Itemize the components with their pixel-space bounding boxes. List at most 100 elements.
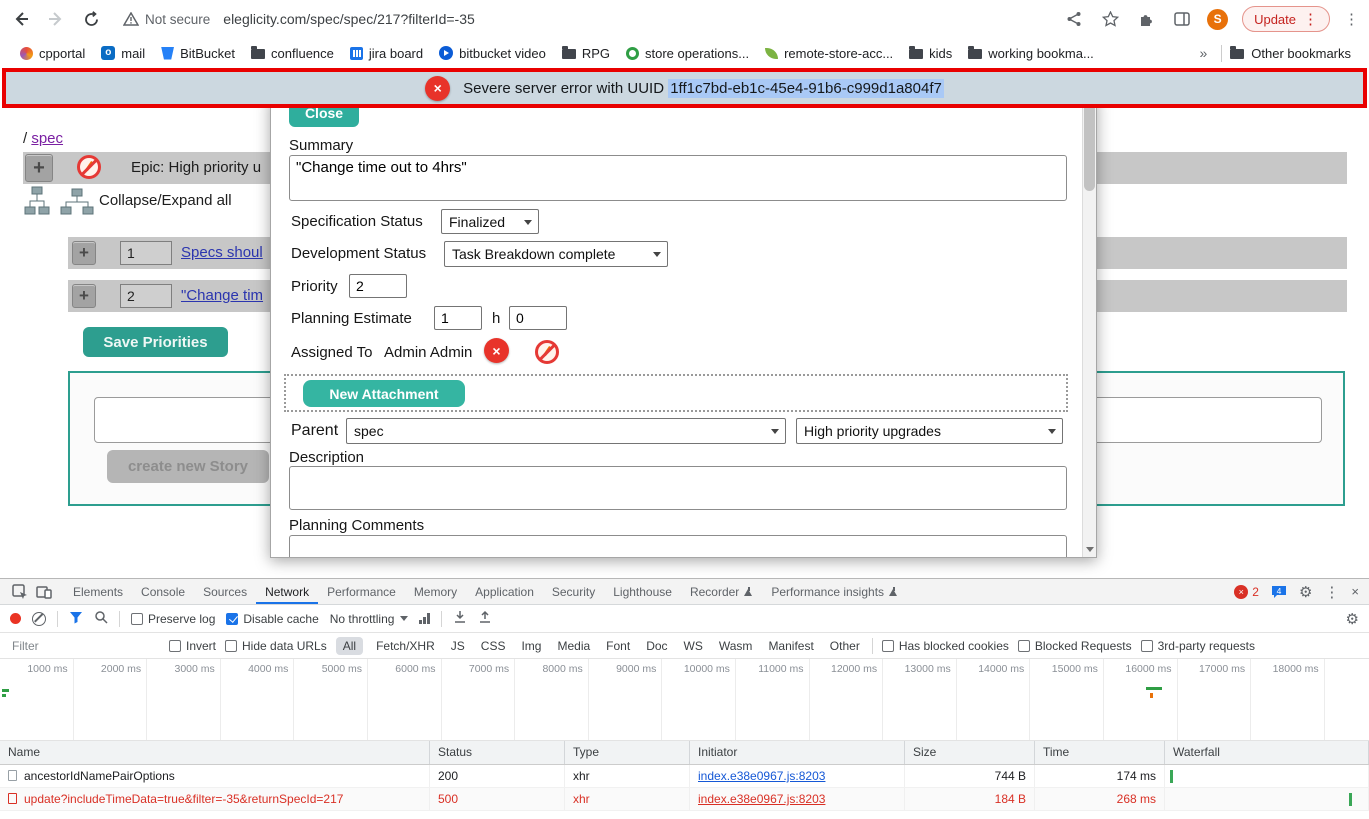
priority-number-input[interactable]: [120, 241, 172, 265]
filter-type-font[interactable]: Font: [603, 637, 633, 655]
network-filter-input[interactable]: [10, 638, 160, 654]
bookmark-confluence[interactable]: confluence: [243, 44, 342, 63]
devtools-close-icon[interactable]: ×: [1351, 584, 1359, 599]
scrollbar-down-arrow[interactable]: [1083, 542, 1097, 557]
forward-icon[interactable]: [45, 8, 67, 30]
column-header-size[interactable]: Size: [905, 741, 1035, 764]
remove-assignee-icon[interactable]: ×: [484, 338, 509, 363]
column-header-time[interactable]: Time: [1035, 741, 1165, 764]
bookmark-cpportal[interactable]: cpportal: [12, 44, 93, 63]
filter-type-ws[interactable]: WS: [681, 637, 706, 655]
filter-type-other[interactable]: Other: [827, 637, 863, 655]
bookmark-store-operations[interactable]: store operations...: [618, 44, 757, 63]
devtools-tab-sources[interactable]: Sources: [194, 579, 256, 604]
description-textarea[interactable]: [289, 466, 1067, 510]
bookmarks-overflow-chevron[interactable]: »: [1194, 45, 1214, 61]
filter-type-js[interactable]: JS: [448, 637, 468, 655]
has-blocked-cookies-checkbox[interactable]: Has blocked cookies: [882, 639, 1009, 653]
site-security-indicator[interactable]: Not secure: [123, 12, 210, 27]
other-bookmarks-button[interactable]: Other bookmarks: [1230, 46, 1357, 61]
estimate-minutes-input[interactable]: [509, 306, 567, 330]
column-header-waterfall[interactable]: Waterfall: [1165, 741, 1369, 764]
devtools-tab-memory[interactable]: Memory: [405, 579, 466, 604]
network-overview-timeline[interactable]: 1000 ms2000 ms3000 ms4000 ms5000 ms6000 …: [0, 659, 1369, 741]
filter-type-fetch-xhr[interactable]: Fetch/XHR: [373, 637, 438, 655]
clear-network-log-icon[interactable]: [32, 612, 46, 626]
filter-type-img[interactable]: Img: [518, 637, 544, 655]
priority-number-input[interactable]: [120, 284, 172, 308]
devtools-tab-performance[interactable]: Performance: [318, 579, 405, 604]
planning-comments-textarea[interactable]: [289, 535, 1067, 558]
scrollbar-thumb[interactable]: [1084, 97, 1095, 191]
bookmark-kids[interactable]: kids: [901, 44, 960, 63]
devtools-tab-recorder[interactable]: Recorder: [681, 579, 762, 604]
network-conditions-icon[interactable]: [419, 613, 430, 624]
address-bar-url[interactable]: eleglicity.com/spec/spec/217?filterId=-3…: [223, 11, 474, 27]
epic-add-button[interactable]: +: [25, 154, 53, 182]
bookmark-bitbucket[interactable]: BitBucket: [153, 44, 243, 63]
share-icon[interactable]: [1063, 8, 1085, 30]
bookmark-rpg[interactable]: RPG: [554, 44, 618, 63]
reload-icon[interactable]: [80, 8, 102, 30]
row-add-button[interactable]: +: [72, 241, 96, 265]
invert-checkbox[interactable]: Invert: [169, 639, 216, 653]
export-har-icon[interactable]: [478, 610, 492, 627]
search-icon[interactable]: [94, 610, 108, 627]
breadcrumb-spec-link[interactable]: spec: [31, 130, 63, 147]
devtools-tab-elements[interactable]: Elements: [64, 579, 132, 604]
spec-link[interactable]: Specs shoul: [181, 244, 263, 261]
row-add-button[interactable]: +: [72, 284, 96, 308]
filter-type-css[interactable]: CSS: [478, 637, 509, 655]
devtools-tab-performance-insights[interactable]: Performance insights: [762, 579, 907, 604]
console-error-count[interactable]: × 2: [1234, 585, 1259, 599]
filter-type-wasm[interactable]: Wasm: [716, 637, 756, 655]
side-panel-icon[interactable]: [1171, 8, 1193, 30]
column-header-initiator[interactable]: Initiator: [690, 741, 905, 764]
column-header-status[interactable]: Status: [430, 741, 565, 764]
tree-view-icon[interactable]: [24, 186, 50, 221]
devtools-tab-security[interactable]: Security: [543, 579, 604, 604]
network-request-row[interactable]: ancestorIdNamePairOptions200xhrindex.e38…: [0, 765, 1369, 788]
modal-scrollbar[interactable]: [1082, 97, 1096, 557]
bookmark-mail[interactable]: mail: [93, 44, 153, 63]
import-har-icon[interactable]: [453, 610, 467, 627]
edit-assignee-disabled-icon[interactable]: [535, 340, 559, 364]
devtools-tab-console[interactable]: Console: [132, 579, 194, 604]
filter-type-manifest[interactable]: Manifest: [765, 637, 816, 655]
collapse-expand-label[interactable]: Collapse/Expand all: [99, 192, 232, 209]
device-toolbar-icon[interactable]: [32, 579, 56, 604]
network-request-row[interactable]: update?includeTimeData=true&filter=-35&r…: [0, 788, 1369, 811]
org-chart-icon[interactable]: [60, 188, 94, 221]
extensions-puzzle-icon[interactable]: [1135, 8, 1157, 30]
chrome-update-button[interactable]: Update ⋮: [1242, 6, 1330, 32]
dev-status-select[interactable]: Task Breakdown complete: [444, 241, 668, 267]
preserve-log-checkbox[interactable]: Preserve log: [131, 612, 215, 626]
devtools-tab-lighthouse[interactable]: Lighthouse: [604, 579, 681, 604]
parent-type-select[interactable]: spec: [346, 418, 786, 444]
inspect-element-icon[interactable]: [8, 579, 32, 604]
filter-type-all[interactable]: All: [336, 637, 363, 655]
estimate-hours-input[interactable]: [434, 306, 482, 330]
save-priorities-button[interactable]: Save Priorities: [83, 327, 228, 357]
devtools-settings-icon[interactable]: ⚙: [1299, 583, 1312, 601]
priority-input[interactable]: [349, 274, 407, 298]
spec-status-select[interactable]: Finalized: [441, 209, 539, 234]
request-initiator-link[interactable]: index.e38e0967.js:8203: [698, 792, 825, 806]
bookmark-star-icon[interactable]: [1099, 8, 1121, 30]
bookmark-bitbucket-video[interactable]: bitbucket video: [431, 44, 554, 63]
third-party-requests-checkbox[interactable]: 3rd-party requests: [1141, 639, 1255, 653]
column-header-name[interactable]: Name: [0, 741, 430, 764]
hide-data-urls-checkbox[interactable]: Hide data URLs: [225, 639, 327, 653]
profile-avatar[interactable]: S: [1207, 9, 1228, 30]
throttling-select[interactable]: No throttling: [330, 612, 409, 626]
epic-no-edit-icon[interactable]: [77, 155, 101, 179]
column-header-type[interactable]: Type: [565, 741, 690, 764]
network-settings-icon[interactable]: ⚙: [1346, 610, 1359, 628]
bookmark-working-bookma[interactable]: working bookma...: [960, 44, 1102, 63]
devtools-tab-application[interactable]: Application: [466, 579, 543, 604]
issues-count[interactable]: 4: [1271, 585, 1287, 599]
disable-cache-checkbox[interactable]: Disable cache: [226, 612, 318, 626]
bookmark-jira-board[interactable]: jira board: [342, 44, 431, 63]
create-story-button[interactable]: create new Story: [107, 450, 269, 483]
parent-item-select[interactable]: High priority upgrades: [796, 418, 1063, 444]
